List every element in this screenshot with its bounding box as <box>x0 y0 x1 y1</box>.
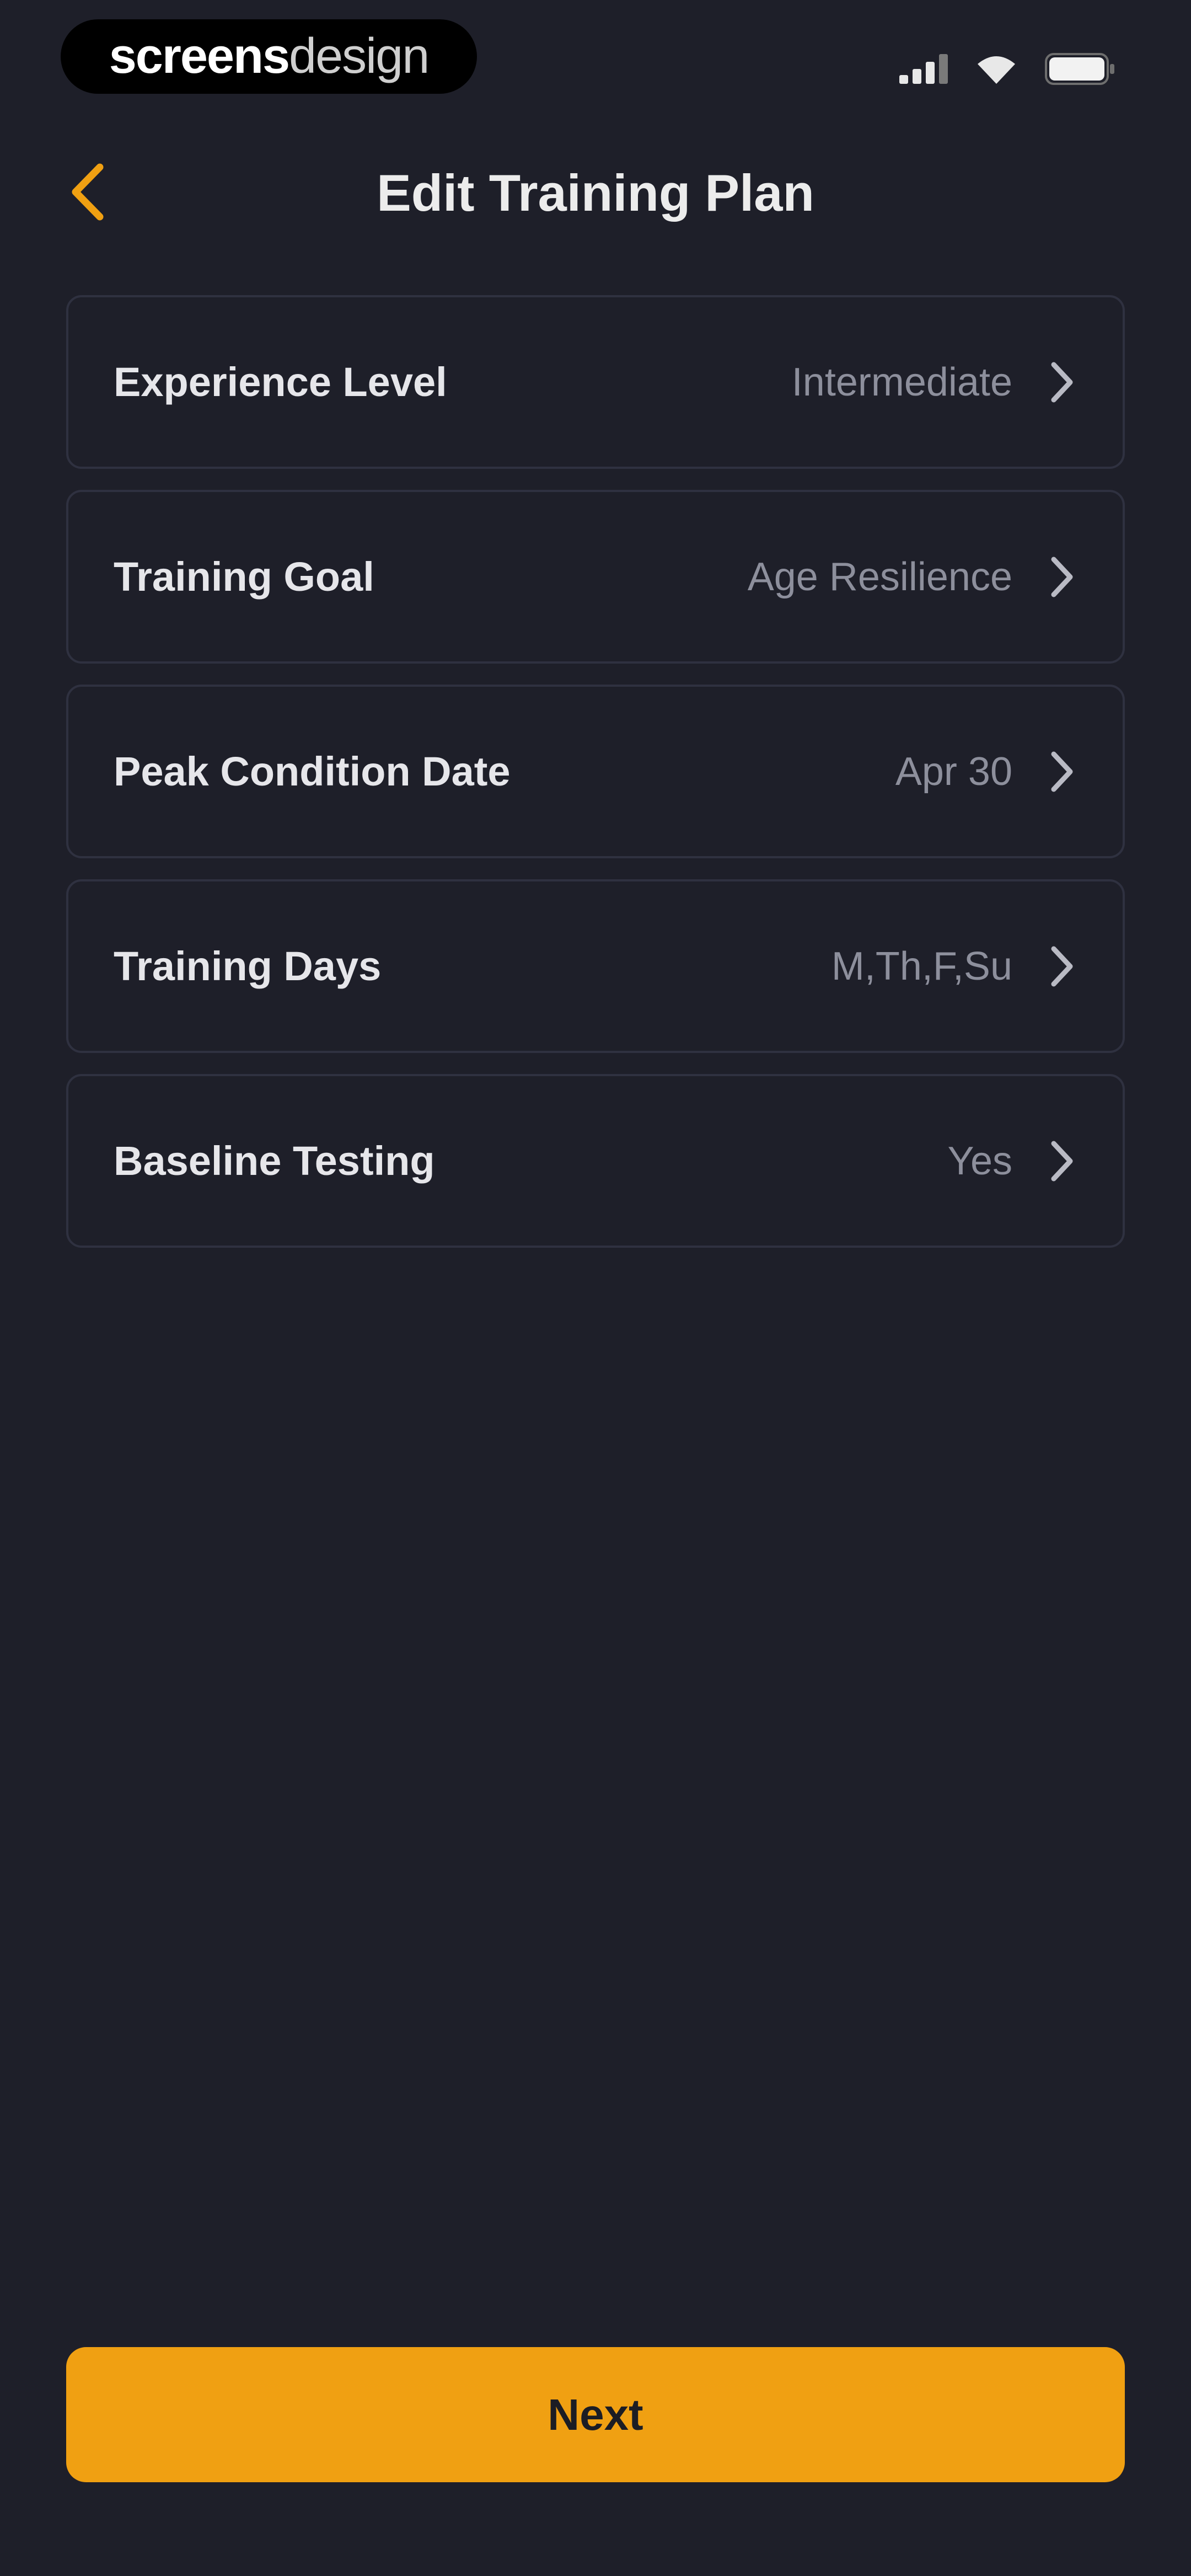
setting-value: M,Th,F,Su <box>831 944 1012 988</box>
next-button[interactable]: Next <box>66 2347 1125 2482</box>
setting-value: Age Resilience <box>747 554 1012 599</box>
battery-icon <box>1045 53 1117 85</box>
page-title: Edit Training Plan <box>377 164 814 222</box>
setting-row-training-days[interactable]: Training Days M,Th,F,Su <box>66 879 1125 1053</box>
setting-row-training-goal[interactable]: Training Goal Age Resilience <box>66 490 1125 664</box>
header: Edit Training Plan <box>0 143 1191 243</box>
chevron-right-icon <box>1045 942 1079 991</box>
chevron-right-icon <box>1045 357 1079 407</box>
settings-list: Experience Level Intermediate Training G… <box>66 295 1125 1269</box>
setting-label: Peak Condition Date <box>114 749 511 794</box>
setting-row-experience-level[interactable]: Experience Level Intermediate <box>66 295 1125 469</box>
setting-label: Baseline Testing <box>114 1138 435 1184</box>
brand-logo-part2: design <box>289 29 430 84</box>
chevron-right-icon <box>1045 552 1079 602</box>
setting-value: Intermediate <box>791 360 1012 404</box>
setting-row-peak-condition-date[interactable]: Peak Condition Date Apr 30 <box>66 685 1125 858</box>
setting-row-baseline-testing[interactable]: Baseline Testing Yes <box>66 1074 1125 1248</box>
back-button[interactable] <box>52 157 124 229</box>
wifi-icon <box>977 54 1016 84</box>
brand-logo-part1: screens <box>109 29 290 84</box>
status-icons <box>899 50 1117 88</box>
setting-label: Training Goal <box>114 554 374 600</box>
setting-label: Training Days <box>114 943 382 989</box>
signal-icon <box>899 54 948 84</box>
setting-value: Yes <box>947 1139 1012 1183</box>
setting-label: Experience Level <box>114 359 447 405</box>
brand-logo: screens design <box>61 19 477 94</box>
edit-training-plan-screen: screens design Edit Training Plan Experi… <box>0 0 1191 2576</box>
chevron-right-icon <box>1045 1136 1079 1186</box>
setting-value: Apr 30 <box>895 749 1012 794</box>
chevron-left-icon <box>69 162 108 225</box>
status-bar: screens design <box>0 0 1191 110</box>
chevron-right-icon <box>1045 747 1079 797</box>
